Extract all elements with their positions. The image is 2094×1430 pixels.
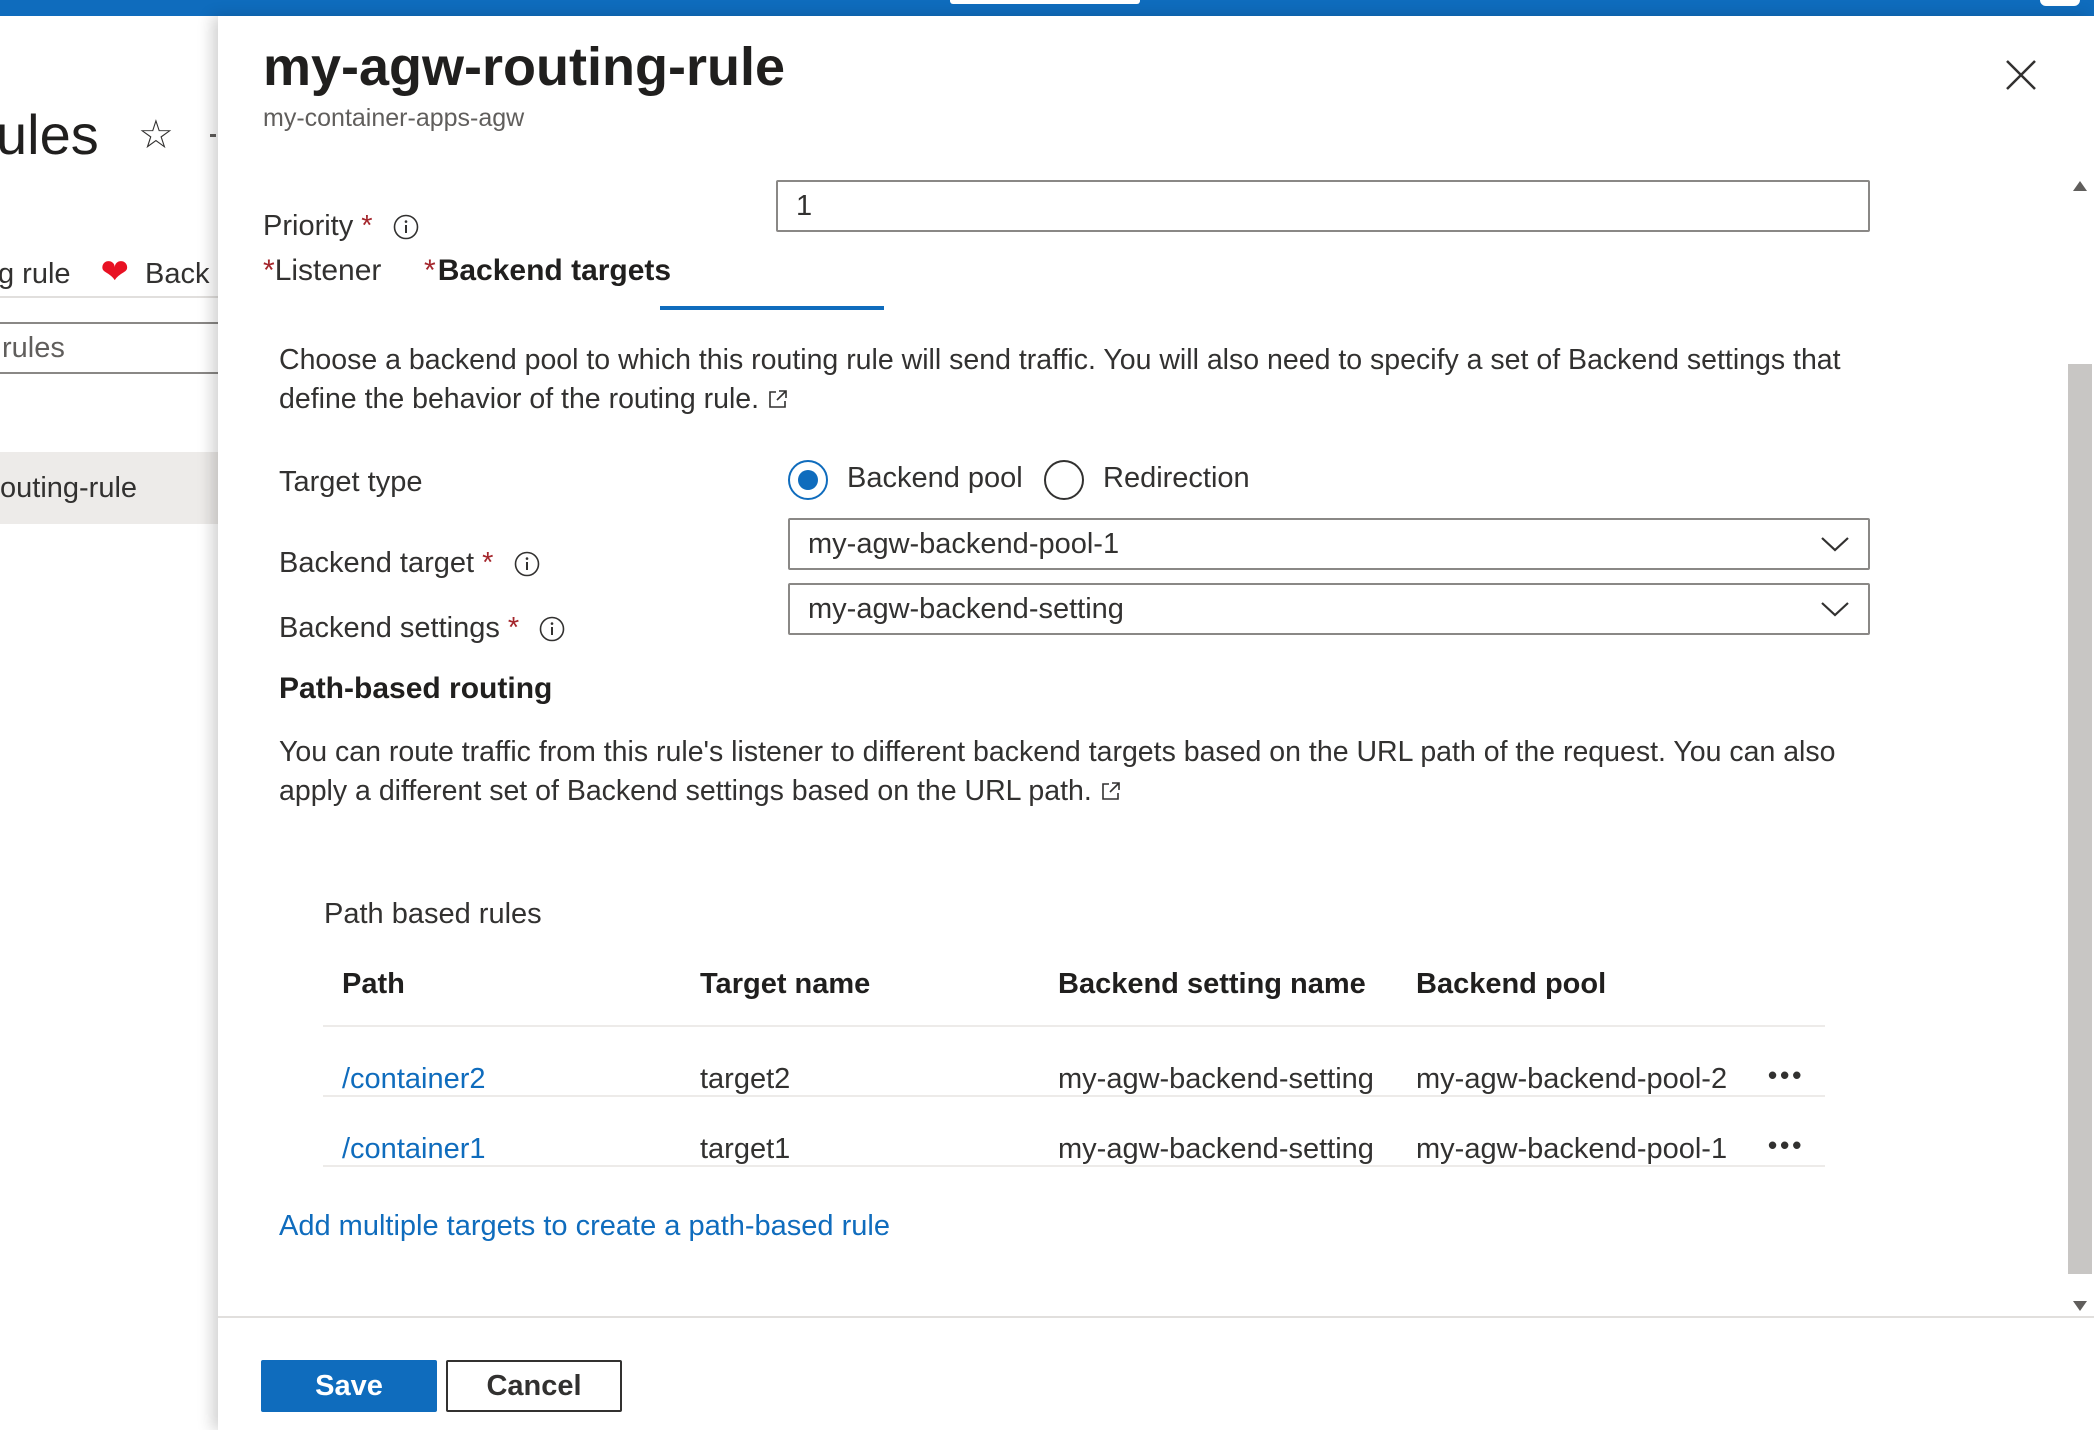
more-options-icon[interactable]: •••: [1768, 1060, 1804, 1091]
heart-icon: ❤: [100, 253, 130, 291]
backend-target-dropdown[interactable]: my-agw-backend-pool-1: [788, 518, 1870, 570]
path-rules-table-caption: Path based rules: [324, 898, 542, 930]
vertical-scrollbar[interactable]: [2066, 158, 2094, 1320]
tab-listener[interactable]: *Listener: [263, 254, 381, 288]
path-routing-description: You can route traffic from this rule's l…: [279, 733, 1869, 811]
background-search-input[interactable]: rules: [0, 322, 218, 374]
priority-input[interactable]: 1: [776, 180, 1870, 232]
priority-label: Priority: [263, 210, 354, 242]
background-divider: [0, 296, 218, 298]
external-link-icon[interactable]: [767, 388, 789, 410]
top-bar-avatar-edge: [2040, 0, 2080, 6]
radio-backend-pool[interactable]: [788, 460, 828, 500]
backend-pool-cell: my-agw-backend-pool-2: [1416, 1063, 1728, 1095]
backend-targets-description: Choose a backend pool to which this rout…: [279, 341, 1869, 419]
background-toolbar: g rule ❤ Back: [0, 252, 210, 292]
backend-description-text: Choose a backend pool to which this rout…: [279, 344, 1841, 415]
path-routing-description-text: You can route traffic from this rule's l…: [279, 736, 1836, 807]
table-row-divider: [323, 1095, 1825, 1097]
page-title: my-agw-routing-rule: [263, 37, 785, 97]
more-options-icon[interactable]: •••: [1768, 1130, 1804, 1161]
portal-top-bar: [0, 0, 2094, 16]
backend-setting-cell: my-agw-backend-setting: [1058, 1133, 1374, 1165]
path-link[interactable]: /container2: [342, 1063, 486, 1096]
chevron-down-icon: [1821, 602, 1849, 617]
required-mark: *: [507, 612, 520, 644]
column-header-backend-pool: Backend pool: [1416, 968, 1607, 1000]
chevron-down-icon: [1821, 537, 1849, 552]
backend-target-label-row: Backend target *: [279, 547, 540, 580]
path-link[interactable]: /container1: [342, 1133, 486, 1166]
top-bar-search-edge: [950, 0, 1140, 4]
backend-target-label: Backend target: [279, 547, 475, 579]
info-icon[interactable]: [514, 551, 540, 577]
backend-health-button-fragment[interactable]: Back: [145, 258, 209, 290]
add-routing-rule-button-fragment[interactable]: g rule: [0, 258, 71, 290]
active-tab-indicator: [660, 306, 884, 310]
table-row-divider: [323, 1165, 1825, 1167]
tab-backend-targets-label: Backend targets: [437, 254, 672, 287]
external-link-icon[interactable]: [1100, 780, 1122, 802]
radio-redirection[interactable]: [1044, 460, 1084, 500]
radio-backend-pool-label[interactable]: Backend pool: [847, 462, 1023, 495]
background-blade-title: ules: [0, 103, 99, 166]
backend-pool-cell: my-agw-backend-pool-1: [1416, 1133, 1728, 1165]
save-button[interactable]: Save: [261, 1360, 437, 1412]
info-icon[interactable]: [539, 616, 565, 642]
table-header-divider: [323, 1025, 1825, 1027]
close-button[interactable]: [1994, 48, 2048, 102]
backend-settings-label-row: Backend settings *: [279, 612, 565, 645]
scroll-down-arrow-icon[interactable]: [2071, 1298, 2089, 1314]
backend-setting-cell: my-agw-backend-setting: [1058, 1063, 1374, 1095]
column-header-path: Path: [342, 968, 405, 1000]
required-mark: *: [424, 254, 436, 287]
required-mark: *: [263, 254, 275, 287]
more-dot-fragment: [210, 134, 216, 137]
tab-backend-targets[interactable]: *Backend targets: [424, 254, 671, 288]
routing-rule-blade: my-agw-routing-rule my-container-apps-ag…: [218, 16, 2094, 1430]
target-type-label: Target type: [279, 466, 423, 498]
footer-divider: [218, 1316, 2094, 1318]
backend-settings-label: Backend settings: [279, 612, 500, 644]
favorite-star-icon[interactable]: ☆: [138, 112, 174, 158]
radio-redirection-label[interactable]: Redirection: [1103, 462, 1250, 495]
tab-listener-label: Listener: [274, 254, 382, 287]
target-name-cell: target1: [700, 1133, 791, 1165]
background-list-item-selected[interactable]: outing-rule: [0, 452, 218, 524]
close-icon: [2006, 60, 2036, 90]
scroll-up-arrow-icon[interactable]: [2071, 178, 2089, 194]
required-mark: *: [482, 547, 494, 579]
target-name-cell: target2: [700, 1063, 791, 1095]
info-icon[interactable]: [393, 214, 419, 240]
add-multiple-targets-link[interactable]: Add multiple targets to create a path-ba…: [279, 1210, 890, 1243]
column-header-target-name: Target name: [700, 968, 871, 1000]
cancel-button[interactable]: Cancel: [446, 1360, 622, 1412]
background-blade: ules ☆ g rule ❤ Back rules outing-rule: [0, 16, 218, 1430]
priority-label-row: Priority *: [263, 210, 419, 243]
backend-settings-value: my-agw-backend-setting: [808, 592, 1124, 625]
required-mark: *: [361, 210, 373, 242]
backend-settings-dropdown[interactable]: my-agw-backend-setting: [788, 583, 1870, 635]
scrollbar-thumb[interactable]: [2068, 364, 2092, 1274]
path-based-routing-heading: Path-based routing: [279, 672, 553, 705]
backend-target-value: my-agw-backend-pool-1: [808, 527, 1120, 560]
page-subtitle: my-container-apps-agw: [263, 104, 525, 132]
column-header-backend-setting-name: Backend setting name: [1058, 968, 1366, 1000]
